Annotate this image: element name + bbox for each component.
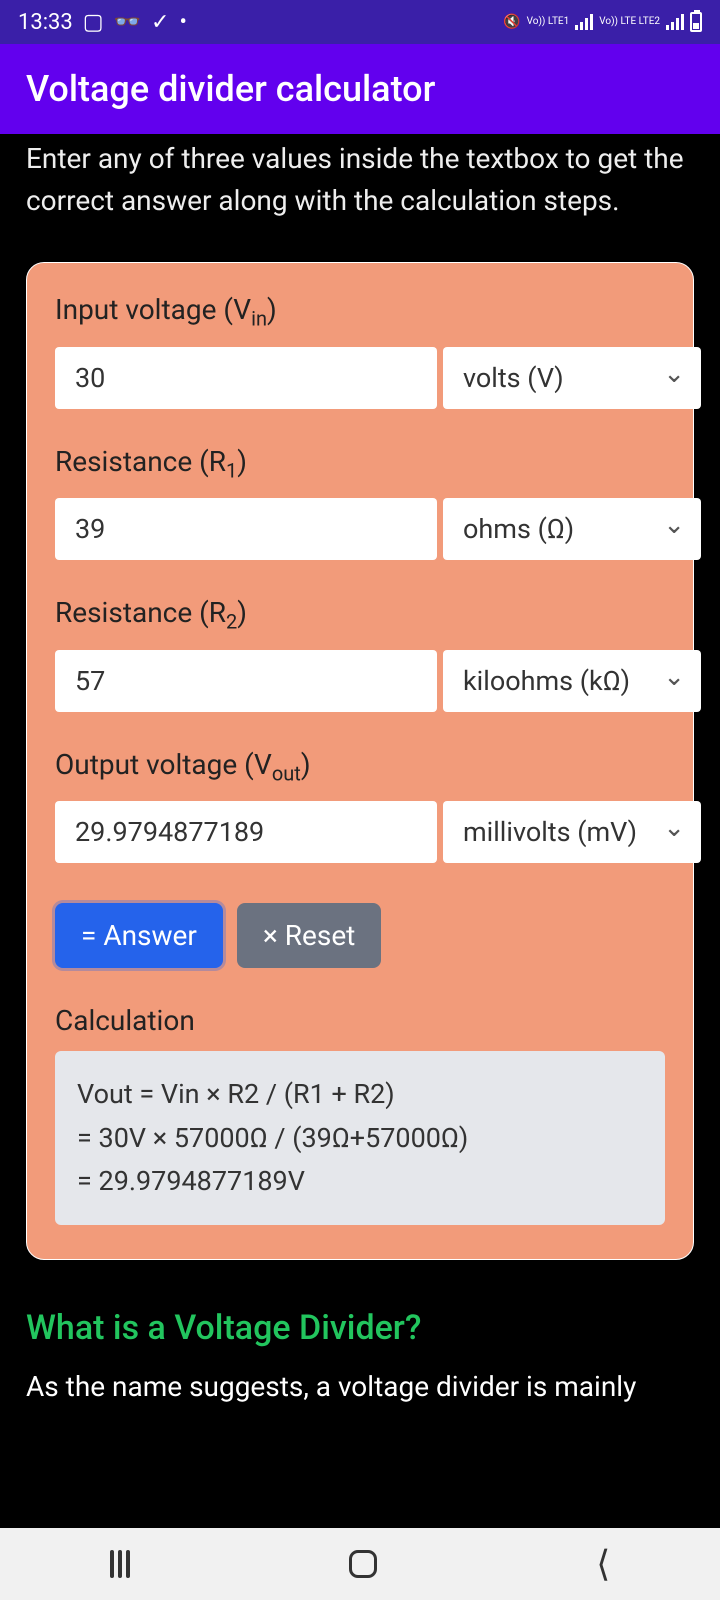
vin-unit-select[interactable]: volts (V) [443,347,701,409]
r2-input[interactable] [55,650,437,712]
gallery-icon: ▢ [83,10,104,35]
calculator-card: Input voltage (Vin) volts (V) Resistance… [26,262,694,1260]
nav-back-button[interactable]: ⟨ [596,1543,610,1585]
reset-button[interactable]: × Reset [237,903,381,968]
status-bar: 13:33 ▢ 👓 ✓ • 🔇 Vo)) LTE1 Vo)) LTE LTE2 [0,0,720,44]
button-row: = Answer × Reset [55,903,665,968]
lte2-label: Vo)) LTE LTE2 [599,17,660,27]
calculation-box: Vout = Vin × R2 / (R1 + R2) = 30V × 5700… [55,1051,665,1225]
r1-input[interactable] [55,498,437,560]
dot-icon: • [179,10,186,35]
r1-label: Resistance (R1) [55,445,665,483]
mute-icon: 🔇 [503,14,520,30]
nav-bar: ⟨ [0,1528,720,1600]
calculation-label: Calculation [55,1004,665,1037]
signal-2-icon [666,14,684,30]
hat-icon: 👓 [114,10,141,35]
status-right: 🔇 Vo)) LTE1 Vo)) LTE LTE2 [503,12,702,32]
section-body: As the name suggests, a voltage divider … [26,1366,694,1408]
vout-unit-select[interactable]: millivolts (mV) [443,801,701,863]
field-r1: Resistance (R1) ohms (Ω) [55,445,665,561]
section-heading: What is a Voltage Divider? [26,1308,694,1348]
nav-home-button[interactable] [349,1550,377,1578]
page-title: Voltage divider calculator [26,68,435,110]
signal-1-icon [575,14,593,30]
vin-input[interactable] [55,347,437,409]
clock: 13:33 [18,10,73,35]
app-bar: Voltage divider calculator [0,44,720,134]
lte1-label: Vo)) LTE1 [527,17,570,27]
field-r2: Resistance (R2) kiloohms (kΩ) [55,596,665,712]
r2-unit-select[interactable]: kiloohms (kΩ) [443,650,701,712]
vout-label: Output voltage (Vout) [55,748,665,786]
r2-label: Resistance (R2) [55,596,665,634]
vin-label: Input voltage (Vin) [55,293,665,331]
battery-icon [690,12,702,32]
check-icon: ✓ [151,10,169,35]
r1-unit-select[interactable]: ohms (Ω) [443,498,701,560]
vout-input[interactable] [55,801,437,863]
intro-text: Enter any of three values inside the tex… [26,138,694,222]
field-vout: Output voltage (Vout) millivolts (mV) [55,748,665,864]
answer-button[interactable]: = Answer [55,903,223,968]
field-vin: Input voltage (Vin) volts (V) [55,293,665,409]
status-left: 13:33 ▢ 👓 ✓ • [18,10,187,35]
nav-recent-button[interactable] [110,1550,130,1578]
content: Enter any of three values inside the tex… [0,138,720,1408]
